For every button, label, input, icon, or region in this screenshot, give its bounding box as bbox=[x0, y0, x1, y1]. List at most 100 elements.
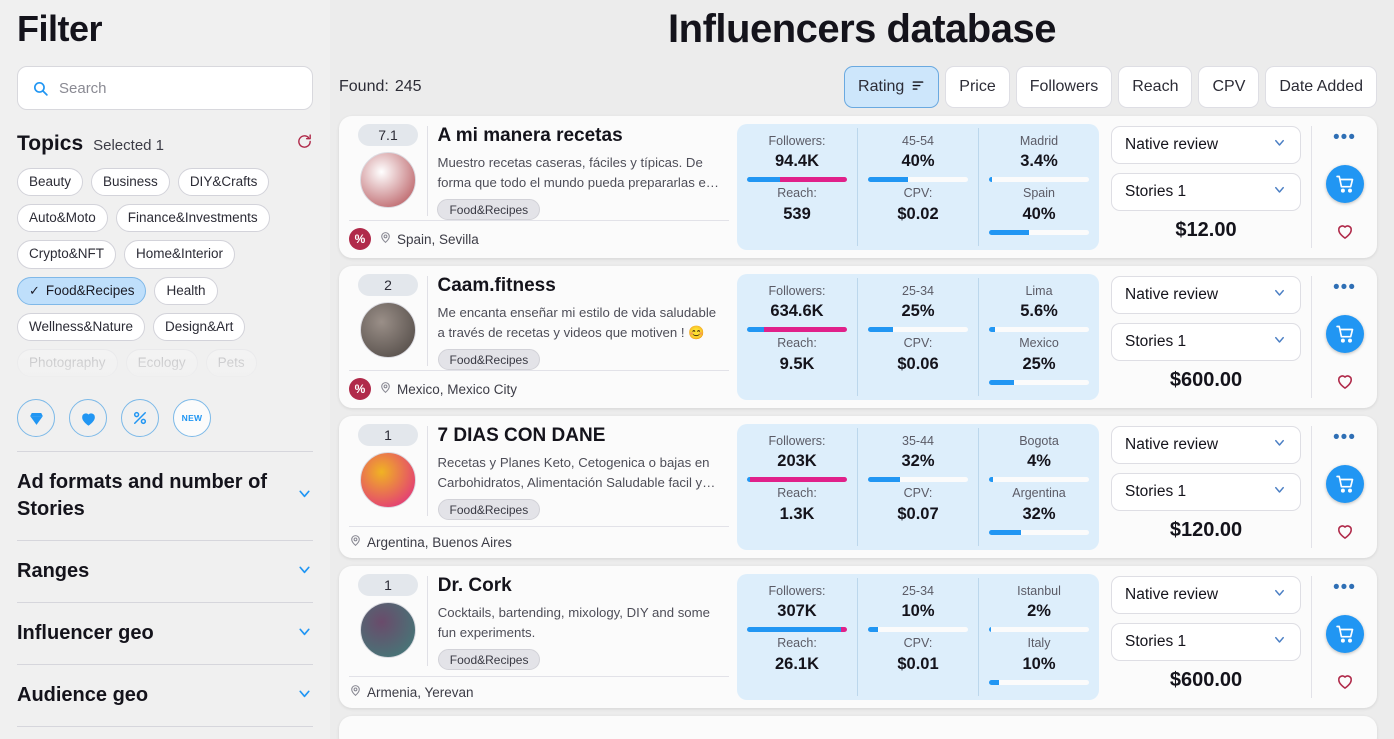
filter-sidebar: Filter Search Topics Selected 1 Beauty Bu… bbox=[0, 0, 330, 739]
favorite-heart-icon[interactable] bbox=[1335, 521, 1355, 546]
sort-button-rating[interactable]: Rating bbox=[844, 66, 940, 108]
favorite-heart-icon[interactable] bbox=[1335, 371, 1355, 396]
filter-section-ranges[interactable]: Ranges bbox=[17, 541, 313, 602]
age-range-value: 40% bbox=[901, 152, 935, 171]
influencer-name[interactable]: 7 DIAS CON DANE bbox=[438, 425, 723, 447]
rating-badge: 7.1 bbox=[358, 124, 418, 146]
ad-format-select[interactable]: Native review bbox=[1111, 426, 1301, 464]
card-info: 1 Dr. Cork Cocktails, bartending, mixolo… bbox=[339, 566, 737, 708]
influencer-card[interactable]: 1 7 DIAS CON DANE Recetas y Planes Keto,… bbox=[339, 416, 1377, 558]
sort-button-label: Followers bbox=[1029, 78, 1099, 95]
filter-section-ad-formats-and-number-of-stories[interactable]: Ad formats and number of Stories bbox=[17, 452, 313, 540]
ad-format-select[interactable]: Native review bbox=[1111, 126, 1301, 164]
cpv-label: CPV: bbox=[903, 486, 933, 501]
topic-chip-health[interactable]: Health bbox=[154, 276, 218, 305]
filter-section-label: Audience geo bbox=[17, 684, 149, 707]
more-options-icon[interactable]: ••• bbox=[1333, 578, 1356, 597]
sort-button-label: Date Added bbox=[1279, 78, 1363, 95]
topic-chip-pets[interactable]: Pets bbox=[205, 348, 257, 378]
favorite-heart-icon[interactable] bbox=[1335, 671, 1355, 696]
city-value: 4% bbox=[1027, 452, 1051, 471]
diamond-icon[interactable] bbox=[17, 399, 55, 438]
topic-chip-label: Health bbox=[166, 282, 206, 298]
reach-value: 9.5K bbox=[779, 354, 815, 373]
price-value: $12.00 bbox=[1175, 219, 1237, 241]
geo-label: Armenia, Yerevan bbox=[367, 684, 474, 700]
cpv-label: CPV: bbox=[903, 186, 933, 201]
avatar[interactable] bbox=[360, 452, 416, 508]
topic-tag[interactable]: Food&Recipes bbox=[437, 199, 541, 221]
new-badge-icon[interactable]: NEW bbox=[173, 399, 211, 438]
topic-chip-food-recipes[interactable]: ✓ Food&Recipes bbox=[17, 276, 147, 305]
topic-chip-finance-investments[interactable]: Finance&Investments bbox=[115, 204, 270, 233]
age-range-label: 35-44 bbox=[902, 434, 934, 448]
age-range-bar bbox=[868, 627, 968, 633]
influencer-card[interactable]: 1 Dr. Cork Cocktails, bartending, mixolo… bbox=[339, 566, 1377, 708]
sort-button-price[interactable]: Price bbox=[945, 66, 1010, 108]
ad-format-select[interactable]: Native review bbox=[1111, 576, 1301, 614]
card-purchase: Native review Stories 1 $120.00 ••• bbox=[1099, 416, 1377, 558]
add-to-cart-button[interactable] bbox=[1325, 465, 1364, 503]
topic-chip-photography[interactable]: Photography bbox=[17, 348, 118, 378]
topic-chip-business[interactable]: Business bbox=[91, 168, 170, 197]
topic-chip-beauty[interactable]: Beauty bbox=[17, 168, 84, 197]
avatar[interactable] bbox=[360, 602, 416, 658]
stories-count-select[interactable]: Stories 1 bbox=[1111, 473, 1301, 511]
influencer-card[interactable]: 7.1 A mi manera recetas Muestro recetas … bbox=[339, 116, 1377, 258]
reach-label: Reach: bbox=[777, 186, 817, 201]
topic-chip-home-interior[interactable]: Home&Interior bbox=[124, 240, 236, 269]
more-options-icon[interactable]: ••• bbox=[1333, 278, 1356, 297]
avatar[interactable] bbox=[360, 152, 416, 208]
age-range-label: 25-34 bbox=[902, 584, 934, 598]
stories-count-select[interactable]: Stories 1 bbox=[1111, 173, 1301, 211]
influencer-name[interactable]: Caam.fitness bbox=[438, 275, 723, 297]
filter-section-label: Influencer geo bbox=[17, 622, 154, 645]
influencer-name[interactable]: A mi manera recetas bbox=[437, 125, 723, 147]
country-bar bbox=[989, 229, 1089, 235]
topic-tag[interactable]: Food&Recipes bbox=[437, 649, 541, 671]
search-placeholder: Search bbox=[59, 79, 107, 97]
stories-count-select[interactable]: Stories 1 bbox=[1111, 623, 1301, 661]
topic-chip-design-art[interactable]: Design&Art bbox=[153, 312, 246, 341]
age-range-label: 25-34 bbox=[902, 284, 934, 298]
add-to-cart-button[interactable] bbox=[1325, 315, 1364, 353]
topic-tag[interactable]: Food&Recipes bbox=[437, 349, 541, 371]
topic-chip-wellness-nature[interactable]: Wellness&Nature bbox=[17, 312, 146, 341]
heart-icon[interactable] bbox=[69, 399, 107, 438]
more-options-icon[interactable]: ••• bbox=[1333, 428, 1356, 447]
age-range-value: 32% bbox=[901, 452, 935, 471]
card-purchase: Native review Stories 1 $600.00 ••• bbox=[1099, 566, 1377, 708]
ad-format-select[interactable]: Native review bbox=[1111, 276, 1301, 314]
influencer-card[interactable]: 2 Caam.fitness Me encanta enseñar mi est… bbox=[339, 266, 1377, 408]
sort-button-reach[interactable]: Reach bbox=[1118, 66, 1193, 108]
influencer-card-partial[interactable] bbox=[339, 716, 1377, 739]
filter-section-influencer-geo[interactable]: Influencer geo bbox=[17, 603, 313, 664]
reset-icon[interactable] bbox=[296, 133, 313, 155]
chevron-down-icon bbox=[1272, 332, 1287, 352]
more-options-icon[interactable]: ••• bbox=[1333, 128, 1356, 147]
favorite-heart-icon[interactable] bbox=[1335, 221, 1355, 246]
topic-chip-auto-moto[interactable]: Auto&Moto bbox=[17, 204, 108, 233]
sort-button-cpv[interactable]: CPV bbox=[1198, 66, 1260, 108]
avatar[interactable] bbox=[360, 302, 416, 358]
add-to-cart-button[interactable] bbox=[1325, 165, 1364, 203]
city-bar bbox=[989, 477, 1089, 483]
sort-button-followers[interactable]: Followers bbox=[1015, 66, 1113, 108]
percent-icon[interactable] bbox=[121, 399, 159, 438]
topic-tag[interactable]: Food&Recipes bbox=[437, 499, 541, 521]
stat-geo: Madrid 3.4% Spain 40% bbox=[978, 128, 1099, 246]
influencer-name[interactable]: Dr. Cork bbox=[438, 575, 723, 597]
search-input[interactable]: Search bbox=[17, 66, 313, 110]
add-to-cart-button[interactable] bbox=[1325, 615, 1364, 653]
topic-chip-diy-crafts[interactable]: DIY&Crafts bbox=[177, 168, 270, 197]
sort-button-date-added[interactable]: Date Added bbox=[1265, 66, 1377, 108]
topic-chip-ecology[interactable]: Ecology bbox=[125, 348, 198, 378]
card-footer: Armenia, Yerevan bbox=[349, 676, 729, 700]
topic-chip-crypto-nft[interactable]: Crypto&NFT bbox=[17, 240, 117, 269]
filter-section-audience-geo[interactable]: Audience geo bbox=[17, 665, 313, 726]
stories-count-select[interactable]: Stories 1 bbox=[1111, 323, 1301, 361]
card-top: 7.1 A mi manera recetas Muestro recetas … bbox=[349, 124, 727, 221]
toolbar: Found: 245 Rating Price Followers Reach CPV Da… bbox=[330, 66, 1394, 108]
geo-label: Mexico, Mexico City bbox=[397, 381, 518, 397]
page-title: Influencers database bbox=[668, 7, 1056, 51]
